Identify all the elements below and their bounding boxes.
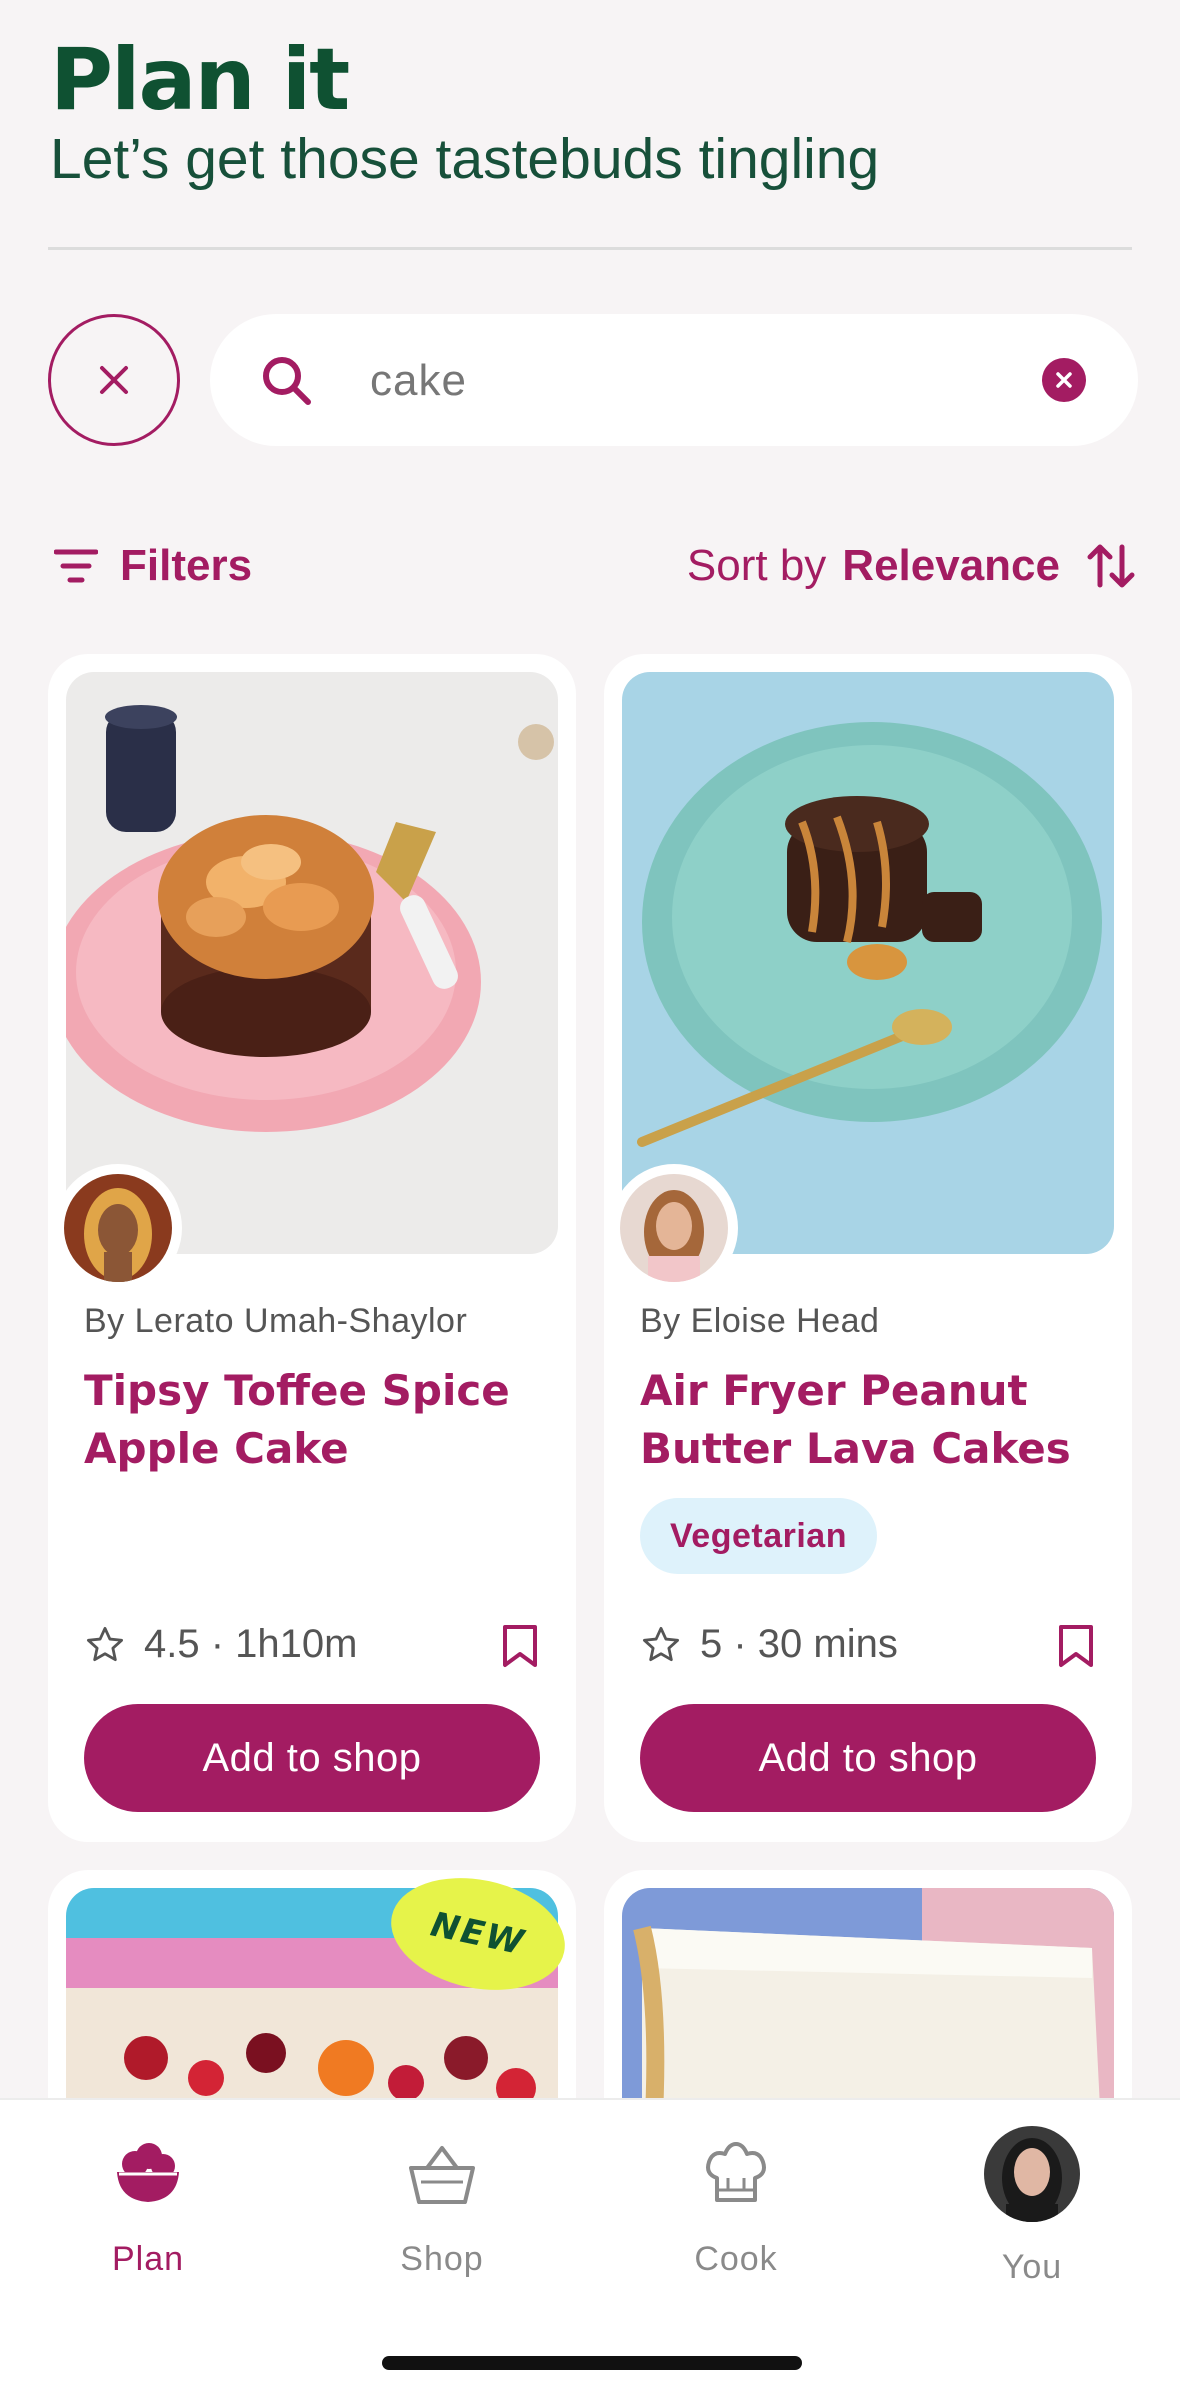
recipe-card[interactable]: By Eloise Head Air Fryer Peanut Butter L… bbox=[604, 654, 1132, 1842]
recipe-meta: 5 · 30 mins bbox=[640, 1622, 898, 1667]
profile-avatar bbox=[984, 2126, 1080, 2222]
star-icon bbox=[642, 1626, 680, 1661]
x-icon bbox=[1056, 372, 1072, 388]
nav-label-you: You bbox=[1001, 2248, 1063, 2286]
home-indicator bbox=[382, 2356, 802, 2370]
filters-label: Filters bbox=[120, 541, 253, 590]
search-input[interactable]: cake bbox=[370, 354, 467, 408]
star-icon bbox=[86, 1626, 124, 1661]
recipe-image[interactable] bbox=[66, 672, 558, 1254]
bookmark-icon[interactable] bbox=[500, 1624, 540, 1668]
chef-hat-icon bbox=[706, 2142, 766, 2202]
recipe-title[interactable]: Air Fryer Peanut Butter Lava Cakes bbox=[640, 1362, 1110, 1478]
rating-time: 4.5 · 1h10m bbox=[144, 1622, 358, 1666]
recipe-card[interactable]: By Lerato Umah-Shaylor Tipsy Toffee Spic… bbox=[48, 654, 576, 1842]
bookmark-icon[interactable] bbox=[1056, 1624, 1096, 1668]
bowl-icon bbox=[117, 2143, 179, 2202]
sort-prefix: Sort by bbox=[686, 541, 827, 590]
nav-item-you[interactable]: You bbox=[932, 2126, 1132, 2294]
filter-icon bbox=[54, 549, 98, 583]
nav-label-cook: Cook bbox=[694, 2240, 778, 2278]
filters-button[interactable]: Filters bbox=[54, 536, 252, 596]
recipe-author: By Eloise Head bbox=[640, 1302, 880, 1340]
page-header: Plan it Let’s get those tastebuds tingli… bbox=[50, 30, 1130, 194]
page-title: Plan it bbox=[50, 30, 350, 130]
header-divider bbox=[48, 247, 1132, 250]
recipe-image[interactable] bbox=[622, 1888, 1114, 2130]
add-to-shop-button[interactable]: Add to shop bbox=[84, 1704, 540, 1812]
nav-label-shop: Shop bbox=[400, 2240, 484, 2278]
clear-search-icon[interactable] bbox=[1042, 358, 1086, 402]
recipe-title[interactable]: Tipsy Toffee Spice Apple Cake bbox=[84, 1362, 554, 1478]
add-to-shop-button[interactable]: Add to shop bbox=[640, 1704, 1096, 1812]
close-icon bbox=[100, 366, 128, 394]
sort-arrows-icon bbox=[1087, 544, 1135, 588]
sort-button[interactable]: Sort by Relevance bbox=[687, 536, 1136, 596]
recipe-image[interactable] bbox=[622, 672, 1114, 1254]
recipe-meta: 4.5 · 1h10m bbox=[84, 1622, 357, 1667]
recipe-author: By Lerato Umah-Shaylor bbox=[84, 1302, 468, 1340]
recipe-card-peek[interactable] bbox=[604, 1870, 1132, 2130]
nav-item-shop[interactable]: Shop bbox=[342, 2134, 542, 2294]
basket-icon bbox=[409, 2146, 475, 2204]
author-avatar bbox=[54, 1164, 182, 1292]
author-avatar bbox=[610, 1164, 738, 1292]
nav-item-plan[interactable]: Plan bbox=[48, 2134, 248, 2294]
nav-item-cook[interactable]: Cook bbox=[636, 2134, 836, 2294]
bottom-nav: Plan Shop Cook You bbox=[0, 2098, 1180, 2396]
page-subtitle: Let’s get those tastebuds tingling bbox=[50, 127, 880, 191]
rating-time: 5 · 30 mins bbox=[700, 1622, 898, 1666]
search-icon bbox=[263, 357, 311, 405]
search-bar[interactable]: cake bbox=[210, 314, 1138, 446]
diet-tag: Vegetarian bbox=[640, 1498, 877, 1574]
close-search-button[interactable] bbox=[48, 314, 180, 446]
nav-label-plan: Plan bbox=[111, 2240, 185, 2278]
sort-value: Relevance bbox=[842, 541, 1060, 590]
